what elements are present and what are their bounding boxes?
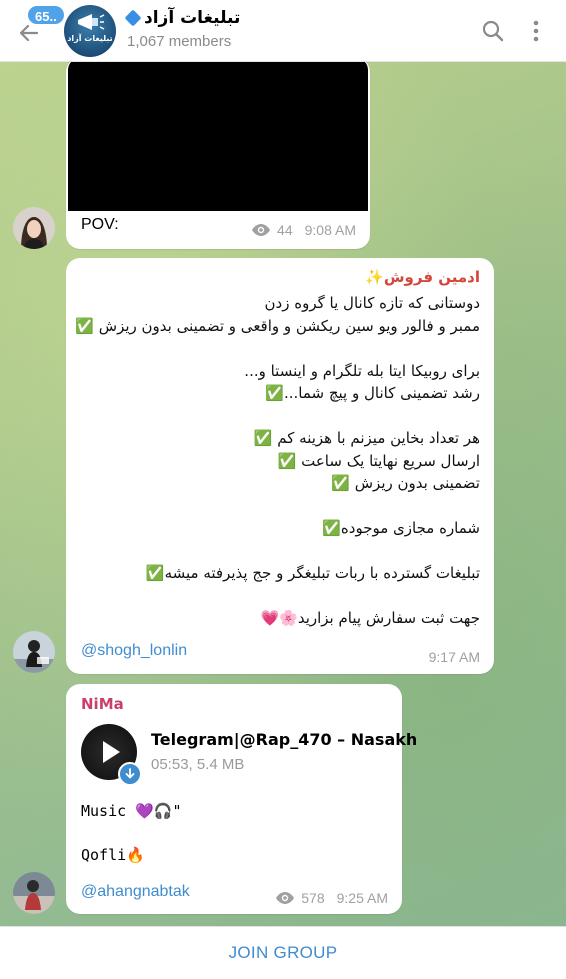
message-line: شماره مجازی موجوده✅ (322, 519, 480, 537)
message-line: Qofli🔥 (81, 846, 145, 864)
message-line (76, 585, 480, 608)
more-vertical-icon (533, 20, 539, 42)
download-button[interactable] (118, 762, 142, 786)
message-time: 9:25 AM (336, 890, 388, 906)
join-group-button[interactable]: JOIN GROUP (229, 943, 338, 963)
avatar-label: تبلیغات آزاد (67, 33, 113, 43)
view-count: 44 (277, 222, 293, 238)
message-line: برای روبیکا ایتا بله تلگرام و اینستا و..… (244, 361, 480, 380)
message-line (76, 540, 480, 563)
sender-avatar[interactable] (13, 631, 55, 673)
sender-avatar[interactable] (13, 207, 55, 249)
message-line (76, 337, 480, 360)
music-title: Telegram|@Rap_470 – Nasakh (151, 730, 418, 749)
unread-count-badge: 65.. (26, 4, 66, 26)
verified-icon (124, 9, 142, 27)
music-duration-size: 05:53, 5.4 MB (151, 756, 245, 773)
message-meta: 44 9:08 AM (251, 222, 356, 238)
member-count: 1,067 members (127, 33, 232, 50)
message-line: دوستانی که تازه کانال یا گروه زدن (264, 294, 480, 312)
message-bubble-music[interactable]: NiMa Telegram|@Rap_470 – Nasakh 05:53, 5… (66, 684, 417, 914)
profile-photo-icon (13, 207, 55, 249)
message-bubble-admin[interactable]: ادمین فروش✨ دوستانی که تازه کانال یا گرو… (66, 258, 494, 674)
message-line: هر تعداد بخاین میزنم با هزینه کم ✅ (253, 429, 480, 447)
message-text: دوستانی که تازه کانال یا گروه زدن ممبر و… (75, 292, 480, 630)
sender-avatar[interactable] (13, 872, 55, 914)
more-menu-button[interactable] (528, 18, 544, 44)
message-bubble-video[interactable]: POV: 44 9:08 AM (66, 62, 370, 249)
profile-photo-icon (13, 872, 55, 914)
username-link[interactable]: @shogh_lonlin (81, 642, 187, 660)
group-title[interactable]: تبلیغات آزاد (124, 8, 241, 28)
profile-photo-icon (13, 631, 55, 673)
play-icon (103, 741, 120, 763)
message-line: تبلیغات گسترده با ربات تبلیغگر و جج پذیر… (145, 564, 480, 582)
eye-icon (252, 224, 271, 236)
username-link[interactable]: @ahangnabtak (81, 883, 190, 901)
sender-name[interactable]: ادمین فروش✨ (365, 268, 480, 286)
message-line: Music 💜🎧" (81, 802, 182, 820)
message-caption: POV: (81, 216, 119, 233)
message-line: رشد تضمینی کانال و پیچ شما...✅ (265, 384, 480, 402)
message-meta: 9:17 AM (429, 649, 480, 665)
join-bar: JOIN GROUP (0, 926, 566, 979)
search-button[interactable] (480, 18, 506, 44)
search-icon (482, 20, 504, 42)
message-line: جهت ثبت سفارش پیام بزارید🌸💗 (260, 609, 480, 627)
video-thumbnail[interactable] (68, 62, 368, 211)
message-time: 9:08 AM (304, 222, 356, 238)
message-line: ممبر و فالور ویو سین ریکشن و واقعی و تضم… (75, 316, 480, 335)
sender-name[interactable]: NiMa (81, 695, 124, 713)
chat-header: تبلیغات آزاد 65.. تبلیغات آزاد 1,067 mem… (0, 0, 566, 62)
message-meta: 578 9:25 AM (275, 890, 388, 906)
chat-area[interactable]: POV: 44 9:08 AM ادمین فروش✨ دوستانی که ت… (0, 62, 566, 926)
message-line (76, 495, 480, 518)
message-time: 9:17 AM (428, 649, 480, 665)
message-line: ارسال سریع نهایتا یک ساعت ✅ (277, 451, 480, 470)
group-title-text: تبلیغات آزاد (144, 8, 241, 28)
download-icon (125, 768, 135, 779)
eye-icon (276, 892, 295, 904)
message-line (76, 405, 480, 428)
group-avatar[interactable]: تبلیغات آزاد (64, 5, 116, 57)
megaphone-icon (78, 14, 105, 30)
view-count: 578 (301, 890, 325, 906)
message-line: تضمینی بدون ریزش ✅ (331, 474, 480, 492)
